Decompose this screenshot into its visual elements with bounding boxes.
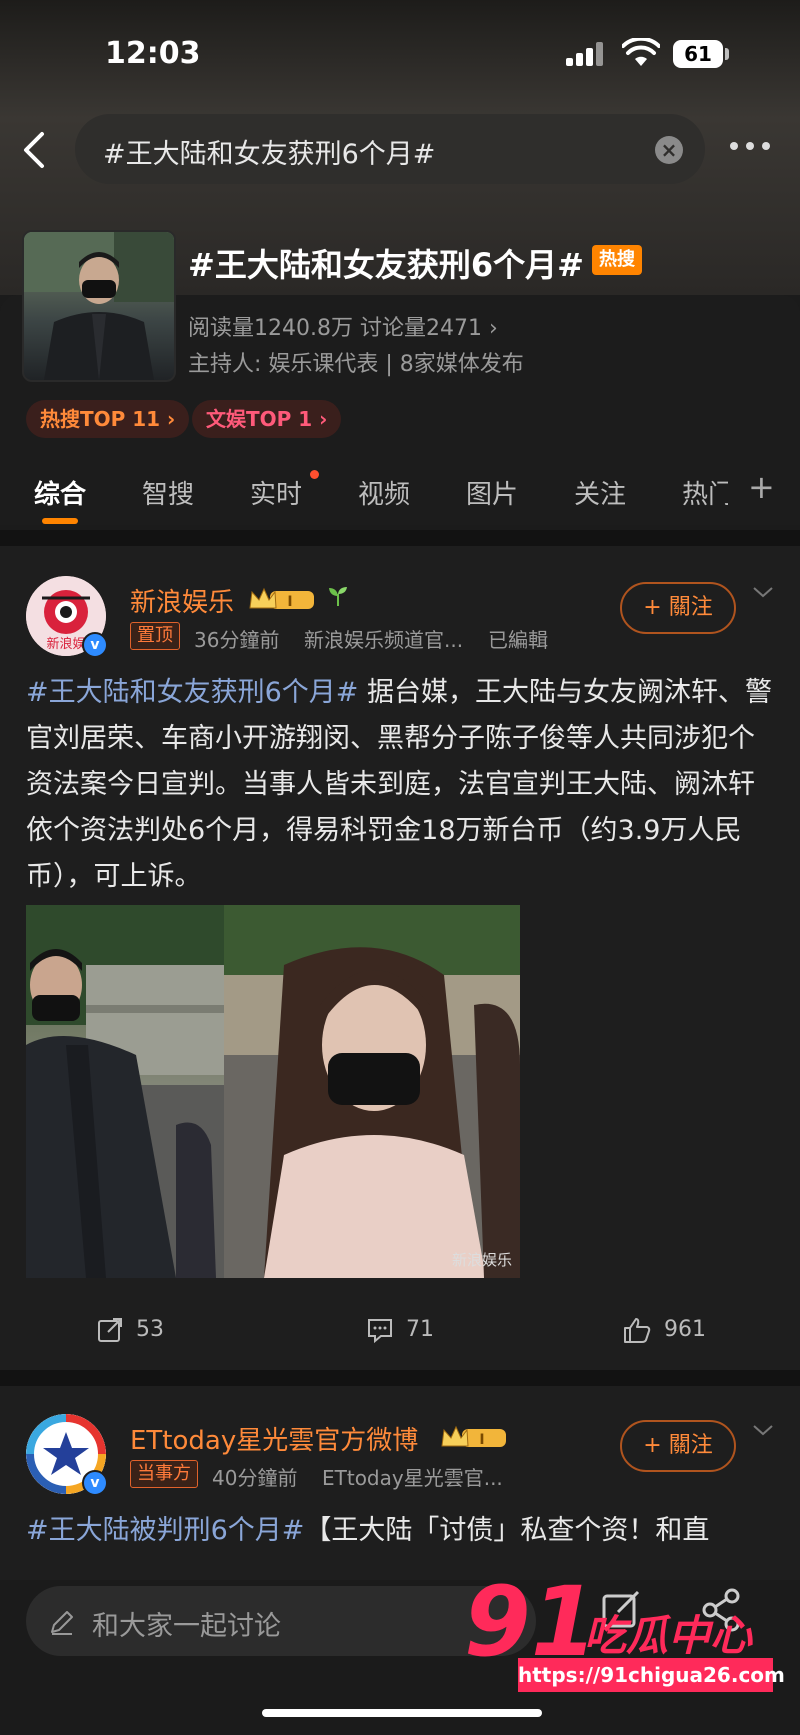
home-indicator[interactable] [262,1709,542,1717]
like-count: 961 [664,1317,706,1342]
realtime-notification-dot [310,470,319,479]
clear-search-icon[interactable]: × [655,136,683,164]
svg-text:I: I [287,594,292,610]
site-watermark: 91 吃瓜中心 https://91chigua26.com [458,1566,788,1702]
tab-smart-search[interactable]: 智搜 [142,474,194,511]
tab-following[interactable]: 关注 [574,474,626,511]
post-time: 40分鐘前 [212,1466,298,1490]
svg-text:新浪娱: 新浪娱 [46,636,85,652]
edited-label: 已編輯 [488,628,548,652]
post-hashtag[interactable]: #王大陆和女友获刑6个月# [26,677,358,708]
watermark-name: 吃瓜中心 [584,1611,753,1660]
pencil-icon [51,1611,73,1635]
search-query: #王大陆和女友获刑6个月# [103,139,436,170]
post-source: 新浪娱乐频道官... [304,628,464,652]
active-tab-indicator [42,518,78,524]
tab-bar: 综合 智搜 实时 视频 图片 关注 热门 [0,460,800,530]
tab-realtime[interactable]: 实时 [250,474,302,511]
post-time: 36分鐘前 [194,628,280,652]
sprout-icon [329,587,347,606]
author-name[interactable]: ETtoday星光雲官方微博 [130,1420,418,1457]
verified-icon: v [82,632,108,658]
tab-hot[interactable]: 热门 [682,474,728,511]
repost-count: 53 [136,1317,164,1342]
entertainment-rank-pill[interactable]: 文娱TOP 1 › [192,400,342,438]
tab-images[interactable]: 图片 [466,474,518,511]
thumbs-up-icon [624,1318,651,1343]
topic-stats[interactable]: 阅读量1240.8万 讨论量2471 › [188,310,498,342]
chevron-down-icon[interactable] [752,1424,774,1436]
tab-video[interactable]: 视频 [358,474,410,511]
post-image-2-content: 新浪娱乐 [224,905,520,1278]
more-options-icon[interactable] [730,140,774,154]
svg-text:I: I [479,1432,484,1448]
topic-thumbnail-image [24,232,174,380]
post-image-1-content [26,905,224,1278]
hot-badge: 热搜 [592,245,642,275]
tab-comprehensive[interactable]: 综合 [34,474,86,511]
post-source: ETtoday星光雲官... [322,1466,503,1490]
post-hashtag[interactable]: #王大陆被判刑6个月# [26,1515,304,1546]
repost-button[interactable]: 53 [96,1316,164,1344]
topic-host: 主持人: 娱乐课代表 | 8家媒体发布 [188,352,524,377]
signal-icon [566,42,608,66]
search-row: #王大陆和女友获刑6个月# × [0,110,800,190]
comment-button[interactable]: 71 [366,1316,434,1344]
party-tag: 当事方 [130,1460,198,1488]
battery-icon: 61 [673,40,723,68]
post-image-1[interactable] [26,905,224,1278]
watermark-url: https://91chigua26.com [518,1658,785,1692]
add-tab-icon[interactable]: + [748,468,775,506]
vip-crown-icon: I [441,1425,506,1448]
hot-search-rank-pill[interactable]: 热搜TOP 11 › [26,400,190,438]
author-name[interactable]: 新浪娱乐 [130,582,234,619]
post-text: 【王大陆「讨债」私查个资！和直 [304,1515,710,1546]
image-watermark: 新浪娱乐 [452,1251,512,1269]
back-icon[interactable] [16,128,56,172]
verified-icon: v [82,1470,108,1496]
wifi-icon [622,38,660,66]
post-image-2[interactable]: 新浪娱乐 [224,905,520,1278]
post-card: v ETtoday星光雲官方微博 I 当事方 40分鐘前 ETtoday星光雲官… [0,1386,800,1580]
topic-thumbnail[interactable] [22,230,176,382]
post-body[interactable]: #王大陆和女友获刑6个月# 据台媒，王大陆与女友阙沐轩、警官刘居荣、车商小开游翔… [26,670,776,900]
topic-title: #王大陆和女友获刑6个月# [188,246,584,284]
comment-icon [368,1319,392,1344]
follow-button[interactable]: + 關注 [620,582,736,634]
comment-placeholder: 和大家一起讨论 [92,1611,281,1642]
vip-crown-icon: I [249,587,314,610]
section-divider [0,1370,800,1386]
section-divider [0,530,800,546]
post-text: 据台媒，王大陆与女友阙沐轩、警官刘居荣、车商小开游翔闵、黑帮分子陈子俊等人共同涉… [26,677,773,892]
search-input[interactable]: #王大陆和女友获刑6个月# × [75,114,705,184]
post-body[interactable]: #王大陆被判刑6个月#【王大陆「讨债」私查个资！和直 [26,1508,776,1572]
status-time: 12:03 [105,36,201,71]
battery-cap [725,48,729,60]
repost-icon [98,1318,122,1342]
comment-count: 71 [406,1317,434,1342]
pinned-tag: 置顶 [130,622,180,650]
like-button[interactable]: 961 [622,1316,706,1344]
status-bar: 12:03 61 [0,0,800,100]
chevron-down-icon[interactable] [752,586,774,598]
follow-button[interactable]: + 關注 [620,1420,736,1472]
